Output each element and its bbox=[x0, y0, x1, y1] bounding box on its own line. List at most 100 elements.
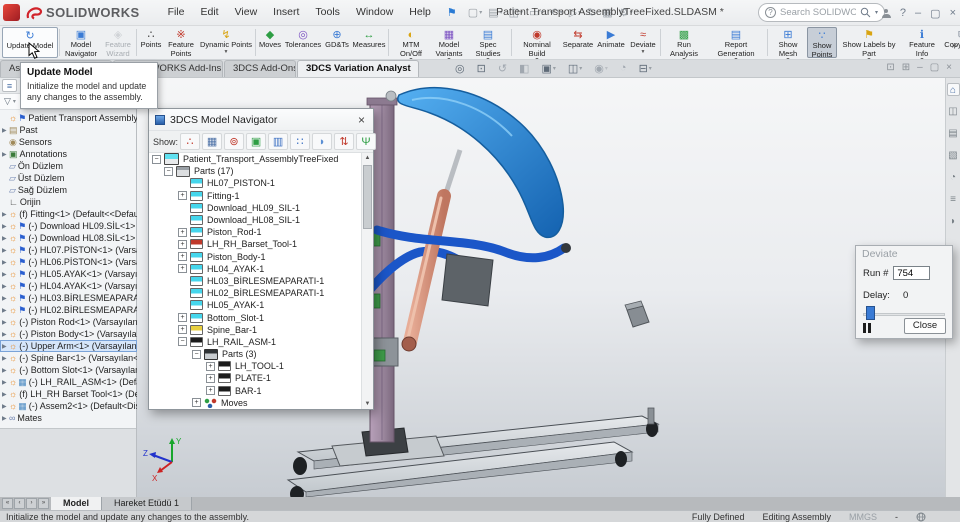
expand-arrow-icon[interactable]: ▶ bbox=[2, 295, 9, 302]
search-dropdown-icon[interactable]: ▾ bbox=[875, 9, 878, 16]
points-button[interactable]: ∴Points▼ bbox=[138, 27, 164, 58]
feature-tree-item[interactable]: ▶ ☼ ⚑ (-) Download HL08.SİL<1> (Va bbox=[0, 232, 137, 244]
feature-tree-item[interactable]: ▶ ☼ (-) Piston Body<1> (Varsayılan< bbox=[0, 328, 137, 340]
nominal-build-button[interactable]: ◉Nominal Build▼ bbox=[513, 27, 561, 58]
animate-button[interactable]: ▶Animate▼ bbox=[595, 27, 627, 58]
expand-arrow-icon[interactable]: ▶ bbox=[2, 343, 9, 350]
pause-icon[interactable] bbox=[863, 323, 872, 333]
show-points-button[interactable]: ∵Show Points▼ bbox=[807, 27, 837, 58]
help-button[interactable]: ? bbox=[900, 7, 906, 19]
solidworks-resources-icon[interactable]: ◫ bbox=[947, 105, 960, 118]
navigator-tree-item[interactable]: HL02_BİRLESMEAPARATI-1 bbox=[149, 287, 373, 299]
menu-item[interactable]: Insert bbox=[265, 0, 307, 25]
navigator-tree-item[interactable]: HL05_AYAK-1 bbox=[149, 299, 373, 311]
expand-arrow-icon[interactable]: ▶ bbox=[2, 415, 9, 422]
navigator-tree-item[interactable]: + HL04_AYAK-1 bbox=[149, 263, 373, 275]
show-gdt-icon[interactable]: ▥ bbox=[268, 133, 288, 150]
expander-icon[interactable]: − bbox=[178, 337, 187, 346]
expand-arrow-icon[interactable]: ▶ bbox=[2, 319, 9, 326]
scroll-down-icon[interactable]: ▼ bbox=[362, 399, 373, 409]
spec-studies-button[interactable]: ▤Spec Studies▼ bbox=[466, 27, 510, 58]
navigator-tree-item[interactable]: + Bottom_Slot-1 bbox=[149, 311, 373, 323]
navigator-tree-item[interactable]: + LH_RH_Barset_Tool-1 bbox=[149, 238, 373, 250]
navigator-tree-item[interactable]: HL03_BİRLESMEAPARATI-1 bbox=[149, 275, 373, 287]
feature-tree-item[interactable]: ▶ ▣ Annotations bbox=[0, 148, 137, 160]
3d-content-globe-icon[interactable] bbox=[916, 512, 926, 522]
expander-icon[interactable]: + bbox=[178, 252, 187, 261]
expander-icon[interactable]: + bbox=[178, 240, 187, 249]
feature-tree-item[interactable]: ▶ ☼ ⚑ (-) HL06.PİSTON<1> (Varsayıl bbox=[0, 256, 137, 268]
menu-item[interactable]: File bbox=[160, 0, 193, 25]
navigator-close-icon[interactable]: × bbox=[356, 113, 367, 127]
measures-button[interactable]: ↔Measures▼ bbox=[351, 27, 387, 58]
feature-tree-item[interactable]: ▶ ☼ (-) Piston Rod<1> (Varsayılan<< bbox=[0, 316, 137, 328]
expander-icon[interactable]: − bbox=[152, 155, 161, 164]
expander-icon[interactable]: + bbox=[178, 313, 187, 322]
show-labels-by-part-button[interactable]: ⚑Show Labels by Part▼ bbox=[837, 27, 901, 58]
doc-cascade-icon[interactable]: ⊡ bbox=[886, 62, 894, 73]
doc-tile-icon[interactable]: ⊞ bbox=[902, 62, 910, 73]
navigator-tree-item[interactable]: − LH_RAIL_ASM-1 bbox=[149, 336, 373, 348]
display-style-icon[interactable]: ◫▾ bbox=[565, 62, 585, 75]
view-settings-icon[interactable]: ⊟▾ bbox=[636, 62, 655, 75]
forum-icon[interactable]: ◗ bbox=[947, 215, 960, 228]
expand-arrow-icon[interactable]: ▶ bbox=[2, 271, 9, 278]
show-mesh-icon[interactable]: ◗ bbox=[312, 133, 332, 150]
navigator-title-bar[interactable]: 3DCS Model Navigator × bbox=[149, 109, 373, 131]
feature-tree-item[interactable]: ▱ Sağ Düzlem bbox=[0, 184, 137, 196]
feature-tree-item[interactable]: ▶ ∞ Mates bbox=[0, 412, 137, 424]
edit-appearance-icon[interactable]: ◔▾ bbox=[617, 62, 630, 74]
expand-arrow-icon[interactable]: ▶ bbox=[2, 127, 9, 134]
navigator-tree-item[interactable]: + Piston_Rod-1 bbox=[149, 226, 373, 238]
run-analysis-button[interactable]: ▩Run Analysis▼ bbox=[662, 27, 706, 58]
ribbon-tab[interactable]: 3DCS Variation Analyst bbox=[297, 60, 419, 77]
dropdown-caret-icon[interactable]: ▾ bbox=[479, 9, 482, 16]
dropdown-caret-icon[interactable]: ▾ bbox=[579, 65, 582, 72]
expander-icon[interactable]: − bbox=[164, 167, 173, 176]
show-deviation-icon[interactable]: ⇅ bbox=[334, 133, 354, 150]
expand-arrow-icon[interactable]: ▶ bbox=[2, 391, 9, 398]
feature-tree-item[interactable]: ▶ ☼ ⚑ (-) HL03.BİRLESMEAPARATI< bbox=[0, 292, 137, 304]
run-number-input[interactable] bbox=[893, 266, 930, 280]
report-generation-button[interactable]: ▤Report Generation▼ bbox=[706, 27, 766, 58]
navigator-tree-item[interactable]: + PLATE-1 bbox=[149, 372, 373, 384]
document-tab[interactable]: Model bbox=[51, 497, 102, 510]
previous-tab-icon[interactable]: ‹ bbox=[14, 498, 25, 509]
scroll-up-icon[interactable]: ▲ bbox=[362, 153, 373, 163]
expand-arrow-icon[interactable]: ▶ bbox=[2, 283, 9, 290]
pin-icon[interactable]: ⚑ bbox=[447, 6, 457, 19]
feature-tree-item[interactable]: ▶ ☼ (-) Bottom Slot<1> (Varsayılan<< bbox=[0, 364, 137, 376]
expand-arrow-icon[interactable]: ▶ bbox=[2, 259, 9, 266]
navigator-tree-item[interactable]: − Parts (17) bbox=[149, 165, 373, 177]
navigator-tree-item[interactable]: HL07_PISTON-1 bbox=[149, 177, 373, 189]
navigator-tree-item[interactable]: + Piston_Body-1 bbox=[149, 251, 373, 263]
feature-tree-item[interactable]: ∟ Orijin bbox=[0, 196, 137, 208]
expand-arrow-icon[interactable]: ▶ bbox=[2, 247, 9, 254]
moves-button[interactable]: ◆Moves▼ bbox=[257, 27, 283, 58]
appearances-scenes-icon[interactable]: ◔ bbox=[947, 171, 960, 184]
dropdown-caret-icon[interactable]: ▾ bbox=[649, 65, 652, 72]
status-units[interactable]: MMGS bbox=[849, 512, 877, 522]
expand-arrow-icon[interactable]: ▶ bbox=[2, 379, 9, 386]
navigator-tree-item[interactable]: + Spine_Bar-1 bbox=[149, 324, 373, 336]
last-tab-icon[interactable]: » bbox=[38, 498, 49, 509]
file-explorer-icon[interactable]: ▧ bbox=[947, 149, 960, 162]
navigator-tree-item[interactable]: − Patient_Transport_AssemblyTreeFixed bbox=[149, 153, 373, 165]
navigator-tree-item[interactable]: + LH_TOOL-1 bbox=[149, 360, 373, 372]
menu-item[interactable]: Edit bbox=[192, 0, 226, 25]
show-mesh-button[interactable]: ⊞Show Mesh▼ bbox=[769, 27, 807, 58]
deviate-close-button[interactable]: Close bbox=[904, 318, 946, 334]
menu-item[interactable]: Window bbox=[348, 0, 401, 25]
slider-thumb[interactable] bbox=[866, 306, 875, 320]
expand-arrow-icon[interactable]: ▶ bbox=[2, 355, 9, 362]
expander-icon[interactable]: + bbox=[178, 264, 187, 273]
dropdown-caret-icon[interactable]: ▼ bbox=[641, 50, 646, 55]
slider-track[interactable] bbox=[863, 313, 945, 316]
expander-icon[interactable]: + bbox=[178, 228, 187, 237]
feature-tree-item[interactable]: ▶ ▤ Past bbox=[0, 124, 137, 136]
model-navigator-button[interactable]: ▣Model Navigator▼ bbox=[61, 27, 101, 58]
navigator-tree-item[interactable]: − Parts (3) bbox=[149, 348, 373, 360]
restore-button[interactable]: ▢ bbox=[930, 7, 940, 20]
zoom-to-fit-icon[interactable]: ◎▾ bbox=[452, 62, 468, 75]
expand-arrow-icon[interactable]: ▶ bbox=[2, 235, 9, 242]
